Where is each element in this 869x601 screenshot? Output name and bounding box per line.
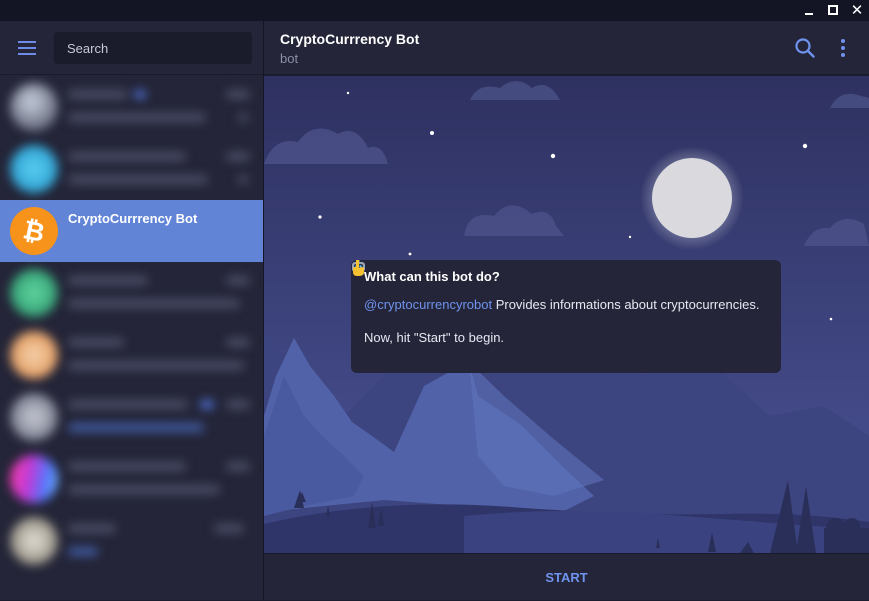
bot-card-hint: Now, hit "Start" to begin. xyxy=(353,260,768,345)
search-box[interactable] xyxy=(54,32,252,64)
blurred-text xyxy=(226,90,250,99)
list-item[interactable] xyxy=(0,324,263,386)
bot-info-card: What can this bot do? @cryptocurrencyrob… xyxy=(351,260,781,373)
chat-item-cryptocurrency-bot[interactable]: ₿ CryptoCurrrency Bot xyxy=(0,200,263,262)
list-item[interactable] xyxy=(0,138,263,200)
blurred-text xyxy=(238,113,248,122)
chat-panel: CryptoCurrrency Bot bot What can this bo… xyxy=(264,21,869,600)
minimize-icon xyxy=(805,13,813,15)
avatar xyxy=(10,269,58,317)
blurred-text xyxy=(68,361,244,370)
start-button[interactable]: START xyxy=(264,554,869,601)
chat-header: CryptoCurrrency Bot bot xyxy=(264,21,869,75)
minimize-button[interactable] xyxy=(801,2,817,18)
bot-description-text: Provides informations about cryptocurren… xyxy=(495,297,760,312)
more-vertical-icon[interactable] xyxy=(836,37,850,59)
maximize-button[interactable] xyxy=(825,2,841,18)
sidebar: ₿ CryptoCurrrency Bot xyxy=(0,21,263,600)
blurred-text xyxy=(68,113,206,122)
chat-subtitle: bot xyxy=(280,51,299,66)
blurred-text xyxy=(68,90,128,99)
search-input[interactable] xyxy=(54,32,252,64)
chat-wallpaper: What can this bot do? @cryptocurrencyrob… xyxy=(264,76,869,553)
list-item[interactable] xyxy=(0,76,263,138)
blurred-text xyxy=(68,299,240,308)
bot-card-description: @cryptocurrencyrobot Provides informatio… xyxy=(352,260,768,314)
avatar xyxy=(10,517,58,565)
blurred-text xyxy=(226,338,250,347)
maximize-icon xyxy=(828,5,838,15)
search-icon[interactable] xyxy=(794,37,816,59)
bot-card-title: What can this bot do? xyxy=(364,269,500,284)
blurred-text xyxy=(68,175,208,184)
blurred-text xyxy=(68,423,204,432)
bot-mention-link[interactable]: @cryptocurrencyrobot xyxy=(364,297,492,312)
sidebar-header xyxy=(0,21,263,75)
list-item[interactable] xyxy=(0,386,263,448)
blurred-text xyxy=(226,400,250,409)
blurred-text xyxy=(200,400,214,409)
blurred-text xyxy=(68,152,186,161)
blurred-text xyxy=(68,400,188,409)
blurred-text xyxy=(226,462,250,471)
blurred-text xyxy=(68,338,124,347)
avatar xyxy=(10,145,58,193)
blurred-text xyxy=(68,485,220,494)
blurred-text xyxy=(238,175,248,184)
blurred-text xyxy=(226,152,250,161)
window-titlebar: ✕ xyxy=(0,0,869,21)
blurred-text xyxy=(134,90,146,99)
pointing-down-emoji-icon xyxy=(353,260,364,276)
avatar xyxy=(10,393,58,441)
chat-title: CryptoCurrrency Bot xyxy=(280,31,420,47)
blurred-text xyxy=(68,547,98,556)
list-item[interactable] xyxy=(0,510,263,572)
avatar xyxy=(10,331,58,379)
chat-list: ₿ CryptoCurrrency Bot xyxy=(0,76,263,600)
avatar xyxy=(10,455,58,503)
chat-item-name: CryptoCurrrency Bot xyxy=(68,211,198,226)
list-item[interactable] xyxy=(0,448,263,510)
blurred-text xyxy=(68,462,186,471)
list-item[interactable] xyxy=(0,262,263,324)
bitcoin-icon: ₿ xyxy=(11,208,57,254)
hint-text-after: to begin. xyxy=(454,330,505,345)
blurred-text xyxy=(68,524,116,533)
close-button[interactable]: ✕ xyxy=(849,2,865,18)
blurred-text xyxy=(214,524,244,533)
hint-text-before: Now, hit "Start" xyxy=(364,330,451,345)
blurred-text xyxy=(226,276,250,285)
bottom-bar: START xyxy=(264,553,869,600)
avatar xyxy=(10,83,58,131)
menu-icon[interactable] xyxy=(18,41,36,55)
blurred-text xyxy=(68,276,148,285)
avatar: ₿ xyxy=(10,207,58,255)
